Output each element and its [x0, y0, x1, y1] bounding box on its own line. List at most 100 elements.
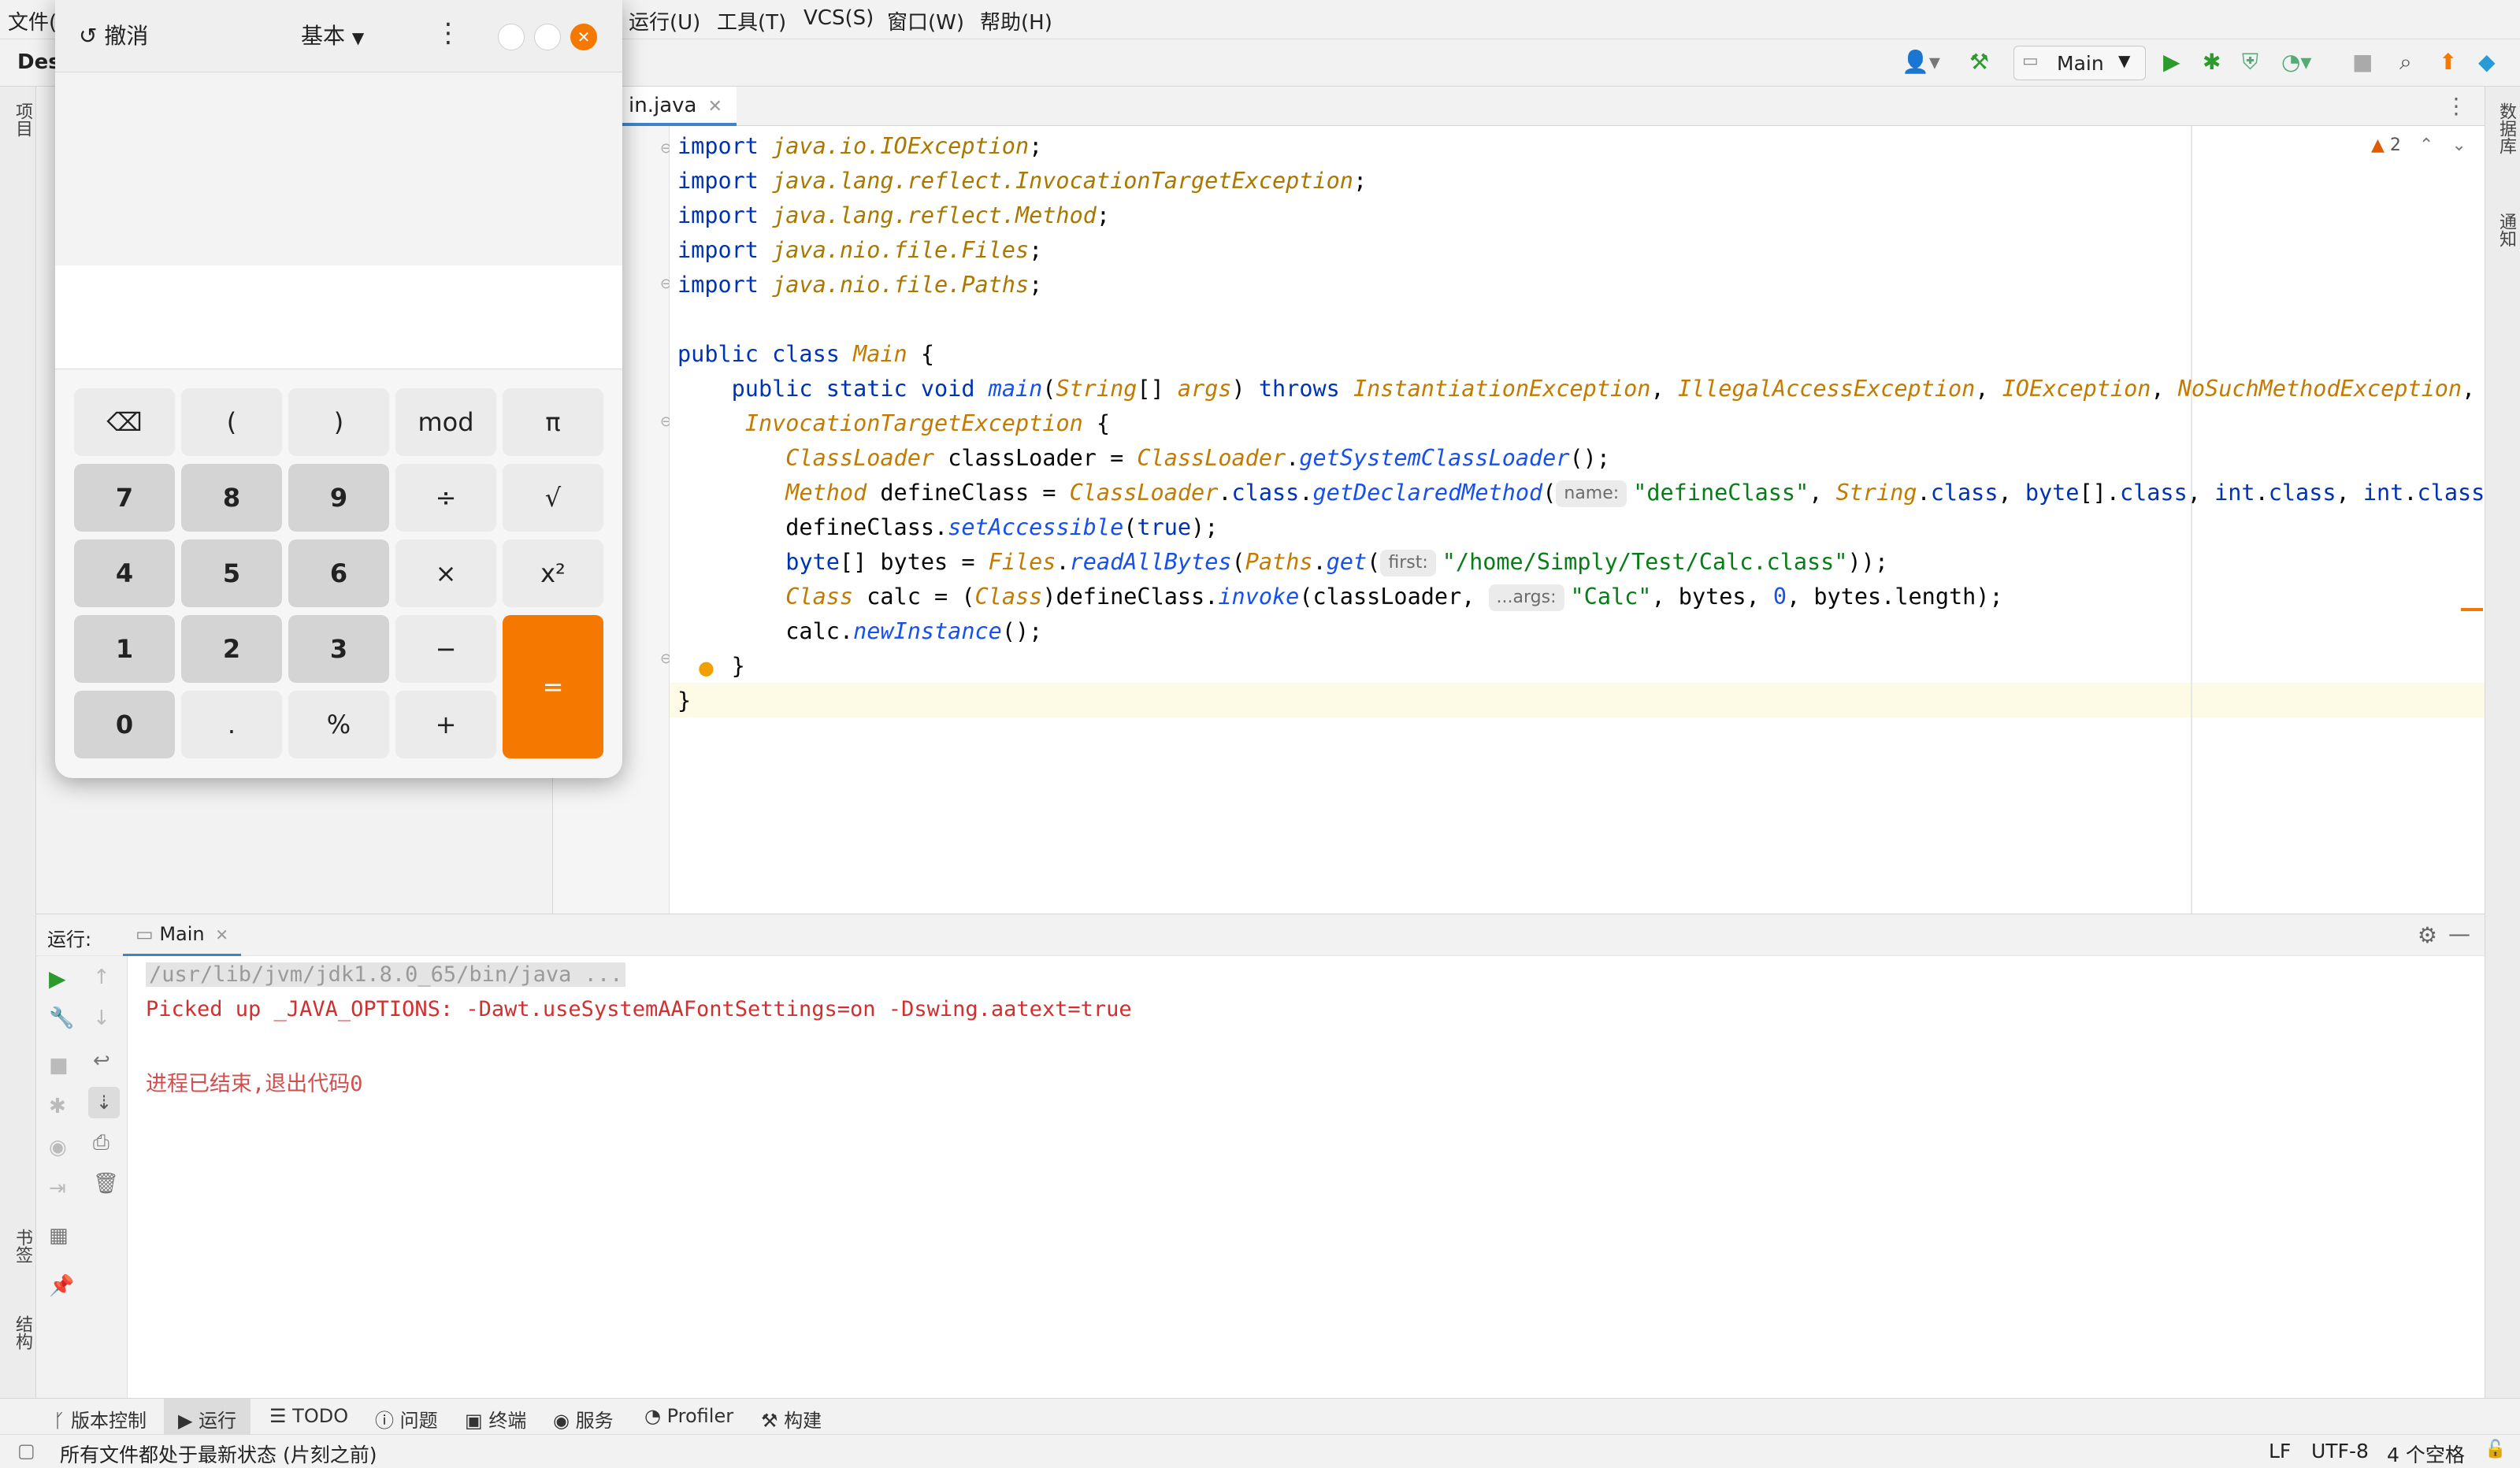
calc-key-equals[interactable]: =: [503, 615, 603, 758]
search-icon[interactable]: ⌕: [2399, 49, 2412, 76]
calc-key-decimal[interactable]: .: [181, 691, 282, 758]
menu-tools[interactable]: 工具(T): [717, 6, 786, 35]
debug-icon[interactable]: ✱: [2203, 49, 2221, 76]
more-vertical-icon[interactable]: ⋮: [435, 17, 462, 49]
console-output[interactable]: [128, 956, 2485, 1398]
tab-main-java[interactable]: in.java ✕: [614, 87, 737, 126]
stop-icon[interactable]: ■: [2352, 49, 2373, 76]
menu-run[interactable]: 运行(U): [629, 6, 700, 35]
arrow-down-icon[interactable]: ↓: [93, 1006, 110, 1030]
bookmarks-tool-button[interactable]: 书签: [9, 1229, 35, 1263]
gear-icon[interactable]: ⚙: [2418, 922, 2437, 948]
menu-vcs[interactable]: VCS(S): [804, 6, 874, 30]
coverage-icon[interactable]: ⛨: [2242, 49, 2258, 76]
calc-key-0[interactable]: 0: [74, 691, 175, 758]
mode-select[interactable]: 基本 ▼: [301, 19, 364, 50]
calc-key-backspace[interactable]: ⌫: [74, 388, 175, 456]
lightbulb-icon[interactable]: ●: [698, 657, 714, 679]
calc-key-pi[interactable]: π: [503, 388, 603, 456]
tool-todo[interactable]: ☰ TODO: [269, 1405, 348, 1427]
project-breadcrumb[interactable]: Des: [17, 50, 61, 74]
minimize-icon[interactable]: —: [2448, 921, 2470, 947]
soft-wrap-icon[interactable]: ↩: [93, 1049, 110, 1073]
login-icon[interactable]: ⇥: [49, 1177, 66, 1200]
more-vertical-icon[interactable]: ⋮: [2445, 93, 2467, 119]
tool-services[interactable]: ◉ 服务: [553, 1405, 614, 1433]
menu-help[interactable]: 帮助(H): [980, 6, 1052, 35]
run-icon[interactable]: ▶: [2163, 49, 2180, 76]
run-config-select[interactable]: ▭ Main ▼: [2013, 46, 2146, 80]
error-stripe-mark[interactable]: [2461, 608, 2483, 611]
arrow-up-icon[interactable]: ↑: [93, 966, 110, 989]
calc-key-open-paren[interactable]: (: [181, 388, 282, 456]
trash-icon[interactable]: 🗑: [93, 1172, 119, 1196]
rerun-icon[interactable]: ▶: [49, 966, 66, 992]
tool-terminal[interactable]: ▣ 终端: [465, 1405, 526, 1433]
menu-file[interactable]: 文件(: [8, 6, 57, 35]
print-icon[interactable]: ⎙: [93, 1131, 109, 1155]
user-icon[interactable]: 👤▾: [1902, 49, 1940, 76]
pin-icon[interactable]: 📌: [49, 1274, 74, 1298]
tool-profiler[interactable]: ◔ Profiler: [644, 1405, 733, 1427]
calc-key-7[interactable]: 7: [74, 464, 175, 532]
run-tab-main[interactable]: ▭ Main ✕: [123, 914, 242, 957]
structure-tool-button[interactable]: 结构: [9, 1315, 35, 1350]
calc-key-sqrt[interactable]: √: [503, 464, 603, 532]
close-icon[interactable]: ✕: [707, 97, 722, 117]
chevron-up-icon[interactable]: ⌃: [2419, 135, 2433, 155]
camera-icon[interactable]: ◉: [49, 1136, 67, 1159]
calc-key-square[interactable]: x²: [503, 539, 603, 607]
calc-key-3[interactable]: 3: [288, 615, 389, 683]
tool-build[interactable]: ⚒ 构建: [761, 1405, 822, 1433]
maximize-button[interactable]: [534, 24, 561, 50]
calc-key-close-paren[interactable]: ): [288, 388, 389, 456]
menu-window[interactable]: 窗口(W): [887, 6, 964, 35]
tool-vcs[interactable]: ᚴ 版本控制: [54, 1405, 147, 1433]
layout-icon[interactable]: ▦: [49, 1224, 69, 1247]
calc-key-percent[interactable]: %: [288, 691, 389, 758]
warning-indicator[interactable]: ▲ 2 ⌃ ⌄: [2371, 135, 2466, 155]
line-separator[interactable]: LF: [2269, 1440, 2291, 1462]
plugin-icon[interactable]: ◆: [2478, 49, 2496, 76]
stop-icon[interactable]: ■: [49, 1054, 69, 1077]
chevron-down-icon[interactable]: ⌄: [2451, 135, 2466, 155]
close-icon[interactable]: ✕: [215, 925, 228, 944]
minimize-button[interactable]: [498, 24, 525, 50]
tool-problems[interactable]: ⓘ 问题: [375, 1405, 438, 1433]
project-tool-button[interactable]: 项目: [9, 102, 35, 137]
debug-icon[interactable]: ✱: [49, 1095, 66, 1118]
build-hammer-icon[interactable]: ⚒: [1969, 49, 1989, 76]
indent-setting[interactable]: 4 个空格: [2387, 1440, 2465, 1468]
calc-key-1[interactable]: 1: [74, 615, 175, 683]
code-token: class: [2417, 480, 2485, 506]
calc-key-2[interactable]: 2: [181, 615, 282, 683]
tool-run[interactable]: ▶ 运行: [164, 1399, 251, 1435]
database-tool-button[interactable]: 数据库: [2493, 102, 2518, 154]
calc-key-plus[interactable]: +: [395, 691, 496, 758]
calculator-header: ↺ 撤消 基本 ▼ ⋮ ✕: [55, 0, 622, 72]
calc-key-divide[interactable]: ÷: [395, 464, 496, 532]
profile-icon[interactable]: ◔▾: [2281, 49, 2312, 76]
undo-button[interactable]: ↺ 撤消: [79, 19, 148, 50]
lock-icon[interactable]: 🔓: [2485, 1440, 2506, 1459]
status-window-icon[interactable]: ▢: [17, 1440, 35, 1462]
calc-key-8[interactable]: 8: [181, 464, 282, 532]
code-token: Files: [988, 549, 1056, 575]
file-encoding[interactable]: UTF-8: [2311, 1440, 2369, 1462]
update-icon[interactable]: ⬆: [2439, 49, 2457, 76]
code-token: calc = (: [867, 584, 975, 610]
calc-key-5[interactable]: 5: [181, 539, 282, 607]
scroll-to-end-icon[interactable]: ⇣: [88, 1087, 120, 1118]
calc-key-multiply[interactable]: ×: [395, 539, 496, 607]
calc-key-4[interactable]: 4: [74, 539, 175, 607]
calc-key-minus[interactable]: −: [395, 615, 496, 683]
wrench-icon[interactable]: 🔧: [49, 1006, 74, 1030]
notifications-tool-button[interactable]: 通知: [2493, 213, 2518, 247]
calculator-input-field[interactable]: [55, 265, 622, 369]
calc-key-9[interactable]: 9: [288, 464, 389, 532]
parameter-hint: name:: [1556, 480, 1627, 507]
calc-key-6[interactable]: 6: [288, 539, 389, 607]
calc-key-mod[interactable]: mod: [395, 388, 496, 456]
close-button[interactable]: ✕: [570, 24, 597, 50]
